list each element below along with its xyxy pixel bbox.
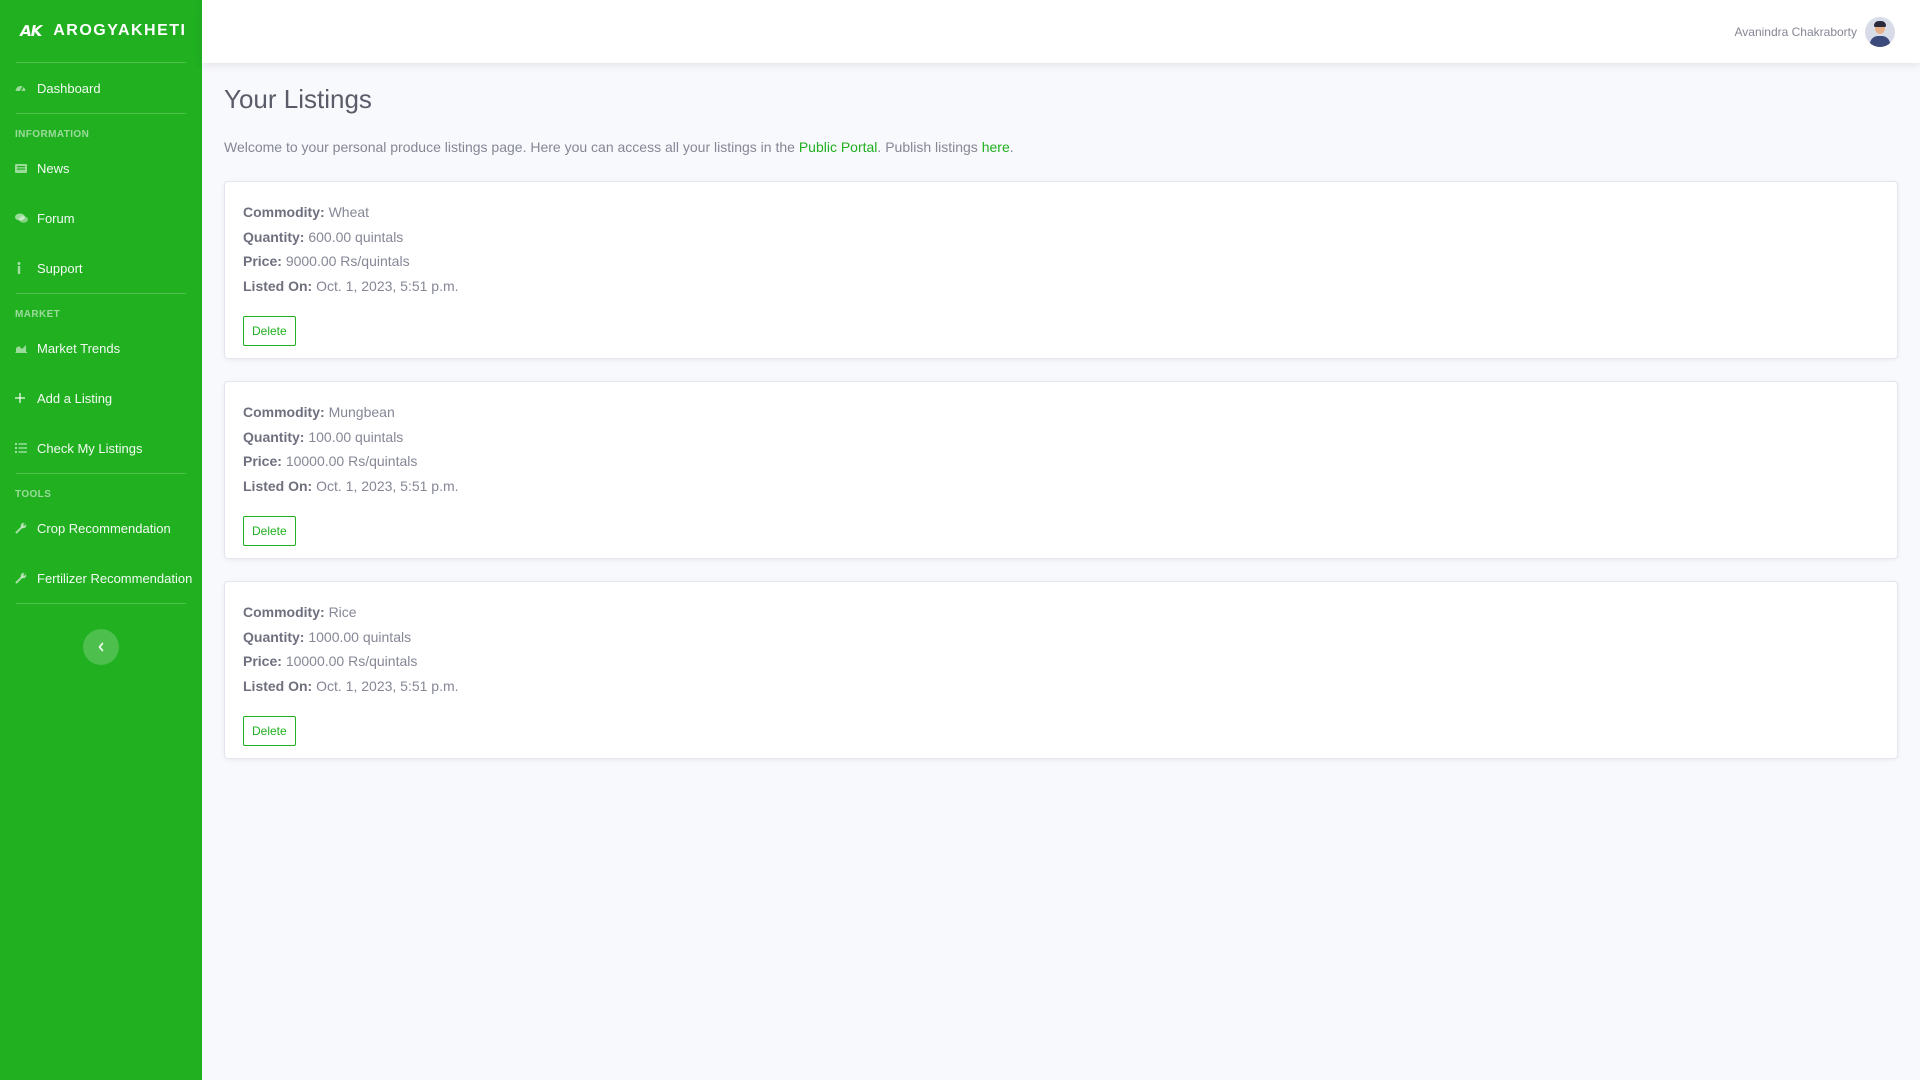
sidebar-item-forum[interactable]: Forum bbox=[0, 193, 202, 243]
intro-text-part: Welcome to your personal produce listing… bbox=[224, 139, 799, 155]
wrench-icon bbox=[15, 522, 37, 534]
page-title: Your Listings bbox=[224, 84, 372, 114]
chart-area-icon bbox=[15, 343, 37, 353]
list-icon bbox=[15, 443, 37, 453]
publish-here-link[interactable]: here bbox=[982, 139, 1010, 155]
quantity-value: 1000.00 quintals bbox=[308, 628, 412, 645]
newspaper-icon bbox=[15, 163, 37, 173]
listed-on-row: Listed On: Oct. 1, 2023, 5:51 p.m. bbox=[243, 474, 1879, 499]
dashboard-icon bbox=[15, 83, 37, 93]
commodity-label: Commodity: bbox=[243, 404, 325, 420]
price-label: Price: bbox=[243, 653, 282, 669]
sidebar-heading-information: INFORMATION bbox=[15, 129, 90, 140]
sidebar-item-support[interactable]: Support bbox=[0, 243, 202, 293]
plus-icon bbox=[15, 393, 37, 403]
commodity-label: Commodity: bbox=[243, 604, 325, 620]
listed-on-label: Listed On: bbox=[243, 677, 313, 694]
commodity-value: Mungbean bbox=[328, 404, 395, 420]
intro-text-part: . bbox=[1009, 139, 1014, 155]
quantity-row: Quantity: 1000.00 quintals bbox=[243, 625, 1879, 650]
listed-on-label: Listed On: bbox=[243, 477, 313, 494]
delete-button[interactable]: Delete bbox=[243, 316, 296, 346]
delete-button[interactable]: Delete bbox=[243, 716, 296, 746]
main-content: Your Listings Welcome to your personal p… bbox=[202, 63, 1920, 1080]
listed-on-value: Oct. 1, 2023, 5:51 p.m. bbox=[316, 477, 459, 494]
commodity-label: Commodity: bbox=[243, 204, 325, 220]
sidebar: AK AROGYAKHETI Dashboard INFORMATION New… bbox=[0, 0, 202, 1080]
sidebar-heading-market: MARKET bbox=[15, 309, 61, 320]
quantity-value: 600.00 quintals bbox=[308, 228, 404, 245]
listed-on-value: Oct. 1, 2023, 5:51 p.m. bbox=[316, 277, 459, 294]
brand-name: AROGYAKHETI bbox=[53, 22, 187, 39]
listing-card: Commodity: Wheat Quantity: 600.00 quinta… bbox=[224, 181, 1898, 359]
sidebar-item-check-listings[interactable]: Check My Listings bbox=[0, 423, 202, 473]
sidebar-item-market-trends[interactable]: Market Trends bbox=[0, 323, 202, 373]
info-icon bbox=[15, 262, 37, 274]
commodity-row: Commodity: Mungbean bbox=[243, 400, 1879, 425]
delete-button[interactable]: Delete bbox=[243, 516, 296, 546]
price-value: 10000.00 Rs/quintals bbox=[285, 653, 418, 669]
wrench-icon bbox=[15, 572, 37, 584]
price-label: Price: bbox=[243, 453, 282, 469]
price-value: 10000.00 Rs/quintals bbox=[285, 453, 418, 469]
topbar: Avanindra Chakraborty bbox=[202, 0, 1920, 63]
listed-on-label: Listed On: bbox=[243, 277, 313, 294]
sidebar-item-label: Fertilizer Recommendation bbox=[37, 570, 193, 586]
sidebar-toggle-button[interactable] bbox=[83, 629, 119, 665]
sidebar-item-label: Crop Recommendation bbox=[37, 520, 171, 536]
sidebar-heading-tools: TOOLS bbox=[15, 489, 52, 500]
commodity-row: Commodity: Rice bbox=[243, 600, 1879, 625]
price-label: Price: bbox=[243, 253, 282, 269]
sidebar-item-label: Market Trends bbox=[37, 340, 121, 356]
sidebar-item-label: News bbox=[37, 160, 70, 176]
price-row: Price: 9000.00 Rs/quintals bbox=[243, 249, 1879, 274]
sidebar-item-label: Support bbox=[37, 260, 83, 276]
sidebar-item-label: Forum bbox=[37, 210, 75, 226]
sidebar-item-add-listing[interactable]: Add a Listing bbox=[0, 373, 202, 423]
sidebar-item-dashboard[interactable]: Dashboard bbox=[0, 63, 202, 113]
commodity-row: Commodity: Wheat bbox=[243, 200, 1879, 225]
sidebar-item-crop-recommendation[interactable]: Crop Recommendation bbox=[0, 503, 202, 553]
listed-on-row: Listed On: Oct. 1, 2023, 5:51 p.m. bbox=[243, 274, 1879, 299]
user-name[interactable]: Avanindra Chakraborty bbox=[1734, 25, 1857, 39]
quantity-row: Quantity: 100.00 quintals bbox=[243, 425, 1879, 450]
comments-icon bbox=[15, 213, 37, 223]
listing-card: Commodity: Rice Quantity: 1000.00 quinta… bbox=[224, 581, 1898, 759]
commodity-value: Wheat bbox=[328, 204, 370, 220]
sidebar-item-fertilizer-recommendation[interactable]: Fertilizer Recommendation bbox=[0, 553, 202, 603]
avatar[interactable] bbox=[1865, 16, 1895, 47]
quantity-label: Quantity: bbox=[243, 628, 305, 645]
commodity-value: Rice bbox=[328, 604, 357, 620]
sidebar-item-label: Check My Listings bbox=[37, 440, 143, 456]
listing-card: Commodity: Mungbean Quantity: 100.00 qui… bbox=[224, 381, 1898, 559]
price-row: Price: 10000.00 Rs/quintals bbox=[243, 449, 1879, 474]
listed-on-row: Listed On: Oct. 1, 2023, 5:51 p.m. bbox=[243, 674, 1879, 699]
public-portal-link[interactable]: Public Portal bbox=[799, 139, 878, 155]
quantity-value: 100.00 quintals bbox=[308, 428, 404, 445]
intro-text-part: . Publish listings bbox=[877, 139, 982, 155]
sidebar-divider bbox=[16, 603, 186, 604]
listed-on-value: Oct. 1, 2023, 5:51 p.m. bbox=[316, 677, 459, 694]
sidebar-item-news[interactable]: News bbox=[0, 143, 202, 193]
brand[interactable]: AK AROGYAKHETI bbox=[0, 0, 202, 62]
brand-logo: AK bbox=[18, 22, 43, 40]
chevron-left-icon bbox=[98, 642, 104, 652]
quantity-label: Quantity: bbox=[243, 428, 305, 445]
price-value: 9000.00 Rs/quintals bbox=[285, 253, 410, 269]
price-row: Price: 10000.00 Rs/quintals bbox=[243, 649, 1879, 674]
sidebar-item-label: Add a Listing bbox=[37, 390, 113, 406]
intro-text: Welcome to your personal produce listing… bbox=[224, 139, 1898, 159]
quantity-row: Quantity: 600.00 quintals bbox=[243, 225, 1879, 250]
quantity-label: Quantity: bbox=[243, 228, 305, 245]
sidebar-item-label: Dashboard bbox=[37, 80, 101, 96]
